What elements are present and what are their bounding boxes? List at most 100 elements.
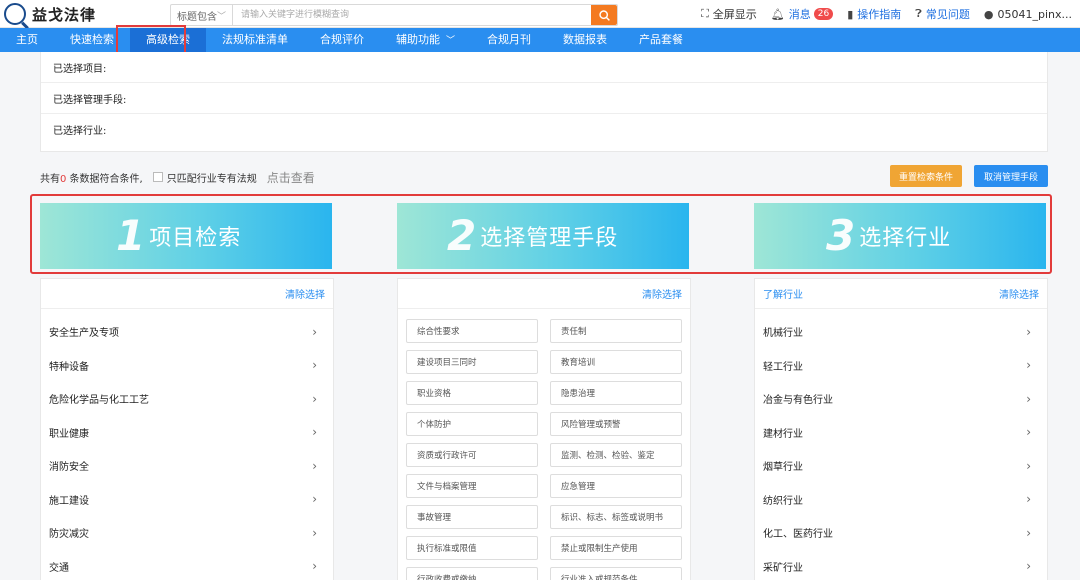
bell-icon: 🔔︎ [770,7,785,21]
clear-projects-link[interactable]: 清除选择 [285,286,325,301]
learn-industry-link[interactable]: 了解行业 [763,286,803,301]
chevron-right-icon: › [1026,458,1031,473]
means-option[interactable]: 资质或行政许可 [406,443,538,467]
messages-button[interactable]: 🔔︎ 消息 26 [770,6,834,22]
chevron-right-icon: › [312,559,317,574]
list-item[interactable]: 消防安全 › [41,449,333,483]
search-input[interactable] [233,5,591,25]
fullscreen-button[interactable]: ⛶ 全屏显示 [701,6,757,22]
book-icon: ▮ [847,7,854,21]
list-item[interactable]: 危险化学品与化工工艺 › [41,382,333,416]
list-item-label: 交通 [49,562,69,574]
search-button[interactable] [591,5,617,25]
means-column-header: 清除选择 [398,279,690,309]
nav-item-auxiliary[interactable]: 辅助功能 ﹀ [380,28,471,52]
list-item[interactable]: 交通 › [41,550,333,580]
chevron-down-icon: ﹀ [216,11,226,22]
means-column: 清除选择 综合性要求 责任制 建设项目三同时 教育培训 职业资格 隐患治理 个体… [397,278,691,580]
nav-item-auxiliary-label: 辅助功能 [396,33,440,46]
means-option[interactable]: 综合性要求 [406,319,538,343]
means-option[interactable]: 执行标准或限值 [406,536,538,560]
list-item[interactable]: 安全生产及专项 › [41,315,333,349]
question-icon: ❓︎ [915,7,922,20]
list-item[interactable]: 职业健康 › [41,416,333,450]
view-results-link[interactable]: 点击查看 [267,169,315,186]
list-item[interactable]: 化工、医药行业 › [755,516,1047,550]
result-summary: 共有0 条数据符合条件, [40,170,143,185]
search-bar: 标题包含 ﹀ [170,4,618,26]
means-option[interactable]: 建设项目三同时 [406,350,538,374]
chevron-right-icon: › [312,391,317,406]
list-item[interactable]: 机械行业 › [755,315,1047,349]
chevron-right-icon: › [1026,391,1031,406]
industry-only-label[interactable]: 只匹配行业专有法规 [167,170,257,185]
list-item-label: 冶金与有色行业 [763,395,833,407]
search-scope-select[interactable]: 标题包含 ﹀ [171,5,233,25]
step-banner-select-industry: 3 选择行业 [754,203,1046,269]
cancel-means-button[interactable]: 取消管理手段 [974,165,1048,187]
list-item[interactable]: 纺织行业 › [755,483,1047,517]
list-item[interactable]: 施工建设 › [41,483,333,517]
user-name: 05041_pinx... [997,7,1072,21]
reset-search-button[interactable]: 重置检索条件 [890,165,962,187]
brand-name: 益戈法律 [32,5,97,24]
chevron-right-icon: › [1026,525,1031,540]
nav-item-home[interactable]: 主页 [0,28,54,52]
search-scope-value: 标题包含 [177,11,217,23]
step-number: 2 [447,211,477,260]
nav-item-packages[interactable]: 产品套餐 [623,28,699,52]
means-option[interactable]: 隐患治理 [550,381,682,405]
list-item[interactable]: 轻工行业 › [755,349,1047,383]
result-bar: 共有0 条数据符合条件, 只匹配行业专有法规 点击查看 重置检索条件 取消管理手… [40,165,1048,188]
list-item-label: 职业健康 [49,428,89,440]
list-item-label: 化工、医药行业 [763,529,833,541]
faq-link[interactable]: ❓︎ 常见问题 [915,6,970,22]
clear-means-link[interactable]: 清除选择 [642,286,682,301]
nav-item-reports[interactable]: 数据报表 [547,28,623,52]
list-item[interactable]: 防灾减灾 › [41,516,333,550]
list-item[interactable]: 特种设备 › [41,349,333,383]
nav-item-monthly[interactable]: 合规月刊 [471,28,547,52]
step-number: 1 [116,211,146,260]
industry-only-checkbox[interactable] [152,172,163,182]
nav-item-regulation-list[interactable]: 法规标准清单 [206,28,304,52]
step-title: 选择管理手段 [480,226,619,251]
means-option[interactable]: 教育培训 [550,350,682,374]
means-option[interactable]: 风险管理或预警 [550,412,682,436]
means-option[interactable]: 行业准入或规范条件 [550,567,682,580]
chevron-right-icon: › [1026,324,1031,339]
list-item-label: 建材行业 [763,428,803,440]
means-option[interactable]: 职业资格 [406,381,538,405]
industry-list: 机械行业 › 轻工行业 › 冶金与有色行业 › 建材行业 › 烟草行业 › 纺织行业 › 化… [755,309,1047,580]
means-option[interactable]: 行政收费或缴纳 [406,567,538,580]
clear-industries-link[interactable]: 清除选择 [999,286,1039,301]
selected-industries-row: 已选择行业: [53,126,107,137]
step-banner-project-search: 1 项目检索 [40,203,332,269]
project-column-header: 清除选择 [41,279,333,309]
means-option[interactable]: 标识、标志、标签或说明书 [550,505,682,529]
list-item[interactable]: 建材行业 › [755,416,1047,450]
list-item[interactable]: 采矿行业 › [755,550,1047,580]
means-option[interactable]: 个体防护 [406,412,538,436]
means-option[interactable]: 事故管理 [406,505,538,529]
list-item-label: 施工建设 [49,495,89,507]
industry-column-header: 了解行业 清除选择 [755,279,1047,309]
guide-link[interactable]: ▮ 操作指南 [847,6,901,22]
chevron-right-icon: › [1026,425,1031,440]
list-item[interactable]: 烟草行业 › [755,449,1047,483]
nav-item-compliance-evaluation[interactable]: 合规评价 [304,28,380,52]
step-title: 选择行业 [859,226,952,251]
result-prefix: 共有 [40,173,60,185]
list-item-label: 轻工行业 [763,361,803,373]
means-option[interactable]: 应急管理 [550,474,682,498]
magnifier-logo-icon [4,3,26,25]
means-option[interactable]: 监测、检测、检验、鉴定 [550,443,682,467]
means-option[interactable]: 禁止或限制生产使用 [550,536,682,560]
list-item[interactable]: 冶金与有色行业 › [755,382,1047,416]
selected-criteria-panel: 已选择项目: 已选择管理手段: 已选择行业: [40,52,1048,152]
means-option[interactable]: 责任制 [550,319,682,343]
brand-logo[interactable]: 益戈法律 [4,3,96,25]
user-menu[interactable]: ● 05041_pinx... [984,8,1072,21]
list-item-label: 纺织行业 [763,495,803,507]
means-option[interactable]: 文件与档案管理 [406,474,538,498]
